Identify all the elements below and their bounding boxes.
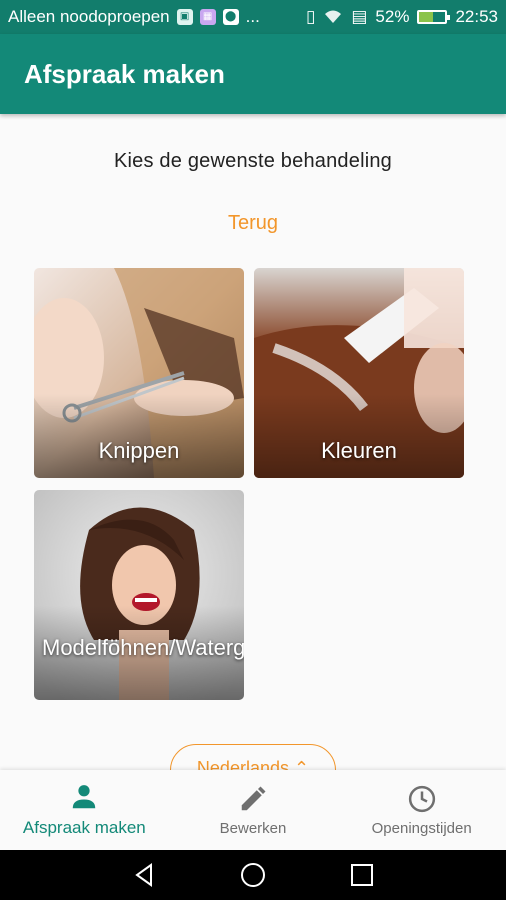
vibrate-icon: ▯: [306, 7, 316, 26]
recents-square-icon[interactable]: [347, 860, 377, 890]
treatment-label: Modelföhnen/Watergolf: [42, 635, 244, 660]
treatment-tile-modelfohnen[interactable]: Modelföhnen/Watergolf: [34, 490, 244, 700]
treatment-label: Kleuren: [321, 438, 397, 463]
back-triangle-icon[interactable]: [129, 860, 159, 890]
carrier-text: Alleen noodoproepen: [8, 7, 170, 26]
language-button[interactable]: Nederlands ⌃: [170, 744, 336, 770]
battery-icon: [417, 10, 451, 24]
main-content: Kies de gewenste behandeling Terug Knipp…: [0, 114, 506, 770]
back-link[interactable]: Terug: [0, 212, 506, 235]
system-nav-bar: [0, 850, 506, 900]
nav-label: Openingstijden: [371, 819, 472, 837]
wifi-icon: [325, 10, 342, 23]
treatment-label: Knippen: [98, 438, 180, 463]
nav-label: Bewerken: [219, 819, 287, 837]
bottom-nav: Afspraak maken Bewerken Openingstijden: [0, 770, 506, 850]
status-bar: Alleen noodoproepen ▣ ▦ ⬤ ... ▯ ▤ 52% 22…: [0, 0, 506, 34]
woman-bob-hairstyle-photo: [34, 490, 244, 700]
status-right: ▯ ▤ 52% 22:53: [306, 7, 498, 27]
status-left: Alleen noodoproepen ▣ ▦ ⬤ ...: [8, 7, 260, 27]
person-icon: [73, 785, 96, 809]
status-time: 22:53: [455, 7, 498, 26]
nav-item-openingstijden[interactable]: Openingstijden: [337, 770, 506, 850]
nav-label: Afspraak maken: [22, 818, 146, 837]
clock-icon: [408, 785, 435, 812]
instruction-text: Kies de gewenste behandeling: [113, 150, 393, 172]
pencil-icon: [241, 786, 266, 810]
battery-percent: 52%: [375, 7, 410, 26]
notification-maps-icon: ⬤: [222, 9, 239, 25]
notification-gallery-icon: ▦: [199, 9, 216, 25]
page-title: Afspraak maken: [24, 58, 225, 89]
notification-app-icon: ▣: [176, 9, 193, 25]
nav-item-bewerken[interactable]: Bewerken: [169, 770, 338, 850]
more-notifications-icon: ...: [245, 7, 260, 26]
home-circle-icon[interactable]: [238, 860, 268, 890]
treatment-tile-knippen[interactable]: Knippen: [34, 268, 244, 478]
sim-icon: ▤: [351, 7, 368, 26]
nav-item-afspraak-maken[interactable]: Afspraak maken: [0, 770, 169, 850]
treatment-tile-kleuren[interactable]: Kleuren: [254, 268, 464, 478]
app-bar: Afspraak maken: [0, 34, 506, 114]
